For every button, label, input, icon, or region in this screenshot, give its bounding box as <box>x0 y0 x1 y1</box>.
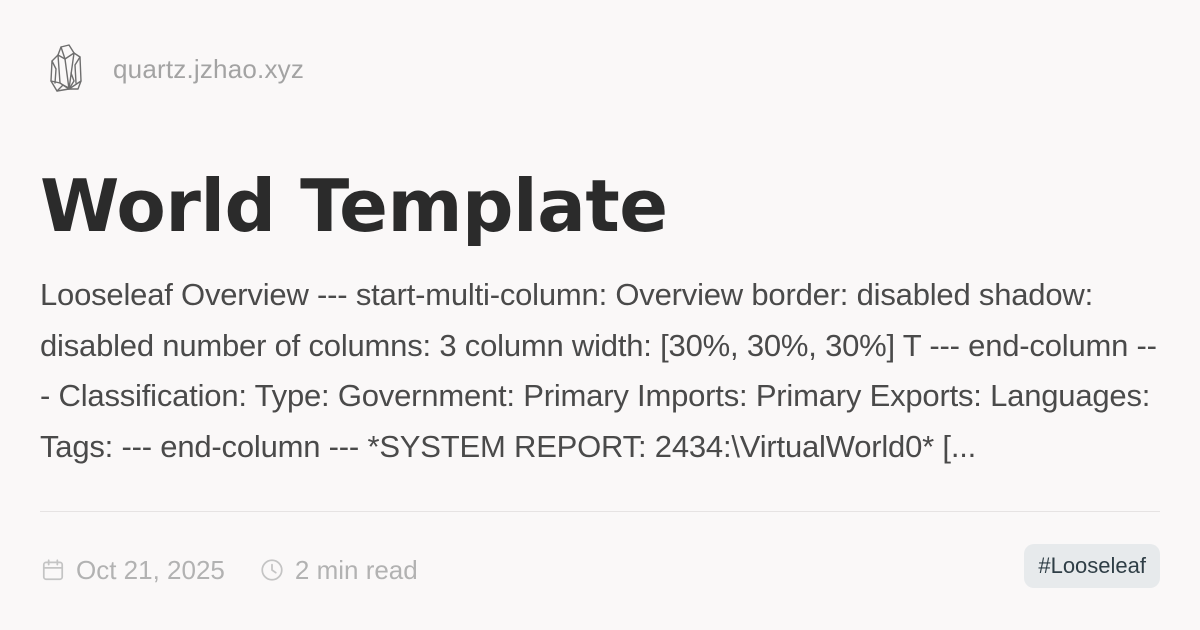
divider <box>40 511 1160 512</box>
reading-time-meta: 2 min read <box>259 555 418 586</box>
site-name[interactable]: quartz.jzhao.xyz <box>113 54 304 85</box>
site-header: quartz.jzhao.xyz <box>47 43 304 95</box>
date-meta: Oct 21, 2025 <box>40 555 225 586</box>
page-description: Looseleaf Overview --- start-multi-colum… <box>40 277 1157 464</box>
publish-date: Oct 21, 2025 <box>76 554 225 585</box>
page-title: World Template <box>40 164 668 248</box>
preview-card: quartz.jzhao.xyz World Template Looselea… <box>40 40 1160 600</box>
reading-time: 2 min read <box>294 554 418 585</box>
page-meta: Oct 21, 2025 2 min read <box>40 553 418 587</box>
calendar-icon <box>40 557 66 583</box>
quartz-crystal-icon <box>47 43 87 95</box>
tag-looseleaf[interactable]: #Looseleaf <box>1024 544 1160 588</box>
clock-icon <box>259 557 285 583</box>
